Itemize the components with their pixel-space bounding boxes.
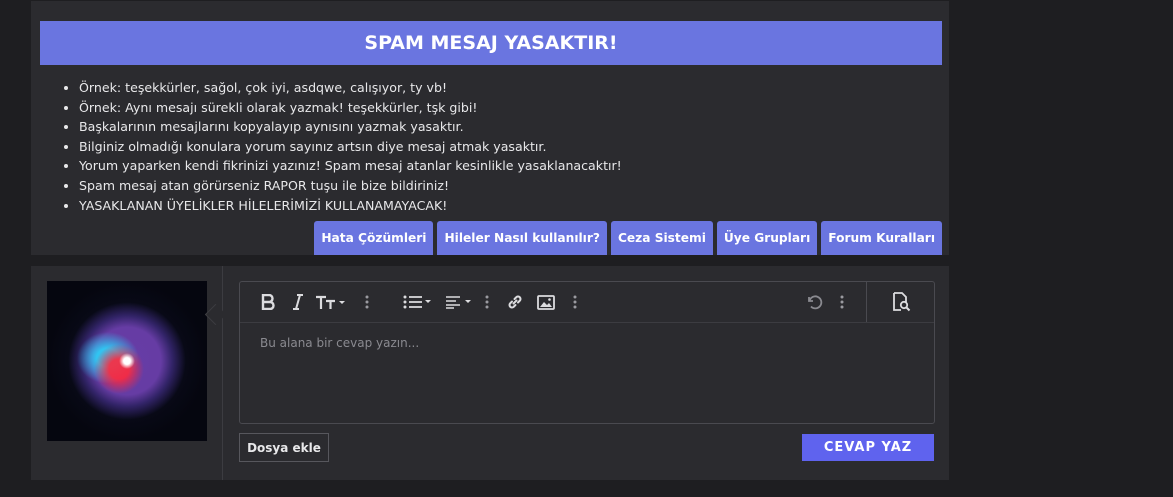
rule-item: Başkalarının mesajlarını kopyalayıp aynı… xyxy=(79,117,622,137)
reply-editor[interactable]: Bu alana bir cevap yazın... xyxy=(239,281,935,424)
link-member-groups[interactable]: Üye Grupları xyxy=(716,221,818,255)
text-size-icon[interactable] xyxy=(315,292,349,312)
avatar-column xyxy=(31,266,223,480)
notice-banner-title: SPAM MESAJ YASAKTIR! xyxy=(364,32,618,54)
bold-icon[interactable] xyxy=(258,292,278,312)
notice-banner: SPAM MESAJ YASAKTIR! xyxy=(40,21,942,65)
rule-item: Spam mesaj atan görürseniz RAPOR tuşu il… xyxy=(79,176,622,196)
rule-item: Örnek: teşekkürler, sağol, çok iyi, asdq… xyxy=(79,78,622,98)
submit-reply-button[interactable]: CEVAP YAZ xyxy=(802,434,934,461)
link-icon[interactable] xyxy=(505,292,525,312)
more-options-icon[interactable] xyxy=(482,292,492,312)
notice-block: SPAM MESAJ YASAKTIR! Örnek: teşekkürler,… xyxy=(31,1,949,255)
link-error-solutions[interactable]: Hata Çözümleri xyxy=(314,221,434,255)
align-icon[interactable] xyxy=(445,292,475,312)
rule-item: Bilginiz olmadığı konulara yorum sayınız… xyxy=(79,137,622,157)
more-options-icon[interactable] xyxy=(570,292,580,312)
attach-file-button[interactable]: Dosya ekle xyxy=(239,433,329,462)
link-penalty-system[interactable]: Ceza Sistemi xyxy=(610,221,713,255)
italic-icon[interactable] xyxy=(290,292,306,312)
rule-item: Yorum yaparken kendi fikrinizi yazınız! … xyxy=(79,156,622,176)
more-options-icon[interactable] xyxy=(362,292,372,312)
rule-item: Örnek: Aynı mesajı sürekli olarak yazmak… xyxy=(79,98,622,118)
quick-reply-block: Bu alana bir cevap yazın... Dosya ekle C… xyxy=(31,266,949,480)
reply-placeholder: Bu alana bir cevap yazın... xyxy=(260,336,420,350)
undo-icon[interactable] xyxy=(804,292,824,312)
image-icon[interactable] xyxy=(536,292,556,312)
link-how-to-use[interactable]: Hileler Nasıl kullanılır? xyxy=(437,221,607,255)
help-links: Hata Çözümleri Hileler Nasıl kullanılır?… xyxy=(314,221,942,255)
rules-list: Örnek: teşekkürler, sağol, çok iyi, asdq… xyxy=(63,78,622,215)
link-forum-rules[interactable]: Forum Kuralları xyxy=(821,221,942,255)
more-options-icon[interactable] xyxy=(837,292,847,312)
rule-item: YASAKLANAN ÜYELİKLER HİLELERİMİZİ KULLAN… xyxy=(79,196,622,216)
avatar[interactable] xyxy=(47,281,207,441)
list-icon[interactable] xyxy=(403,292,435,312)
reply-textarea[interactable]: Bu alana bir cevap yazın... xyxy=(260,336,910,406)
preview-icon[interactable] xyxy=(866,282,934,322)
editor-toolbar xyxy=(240,282,934,323)
